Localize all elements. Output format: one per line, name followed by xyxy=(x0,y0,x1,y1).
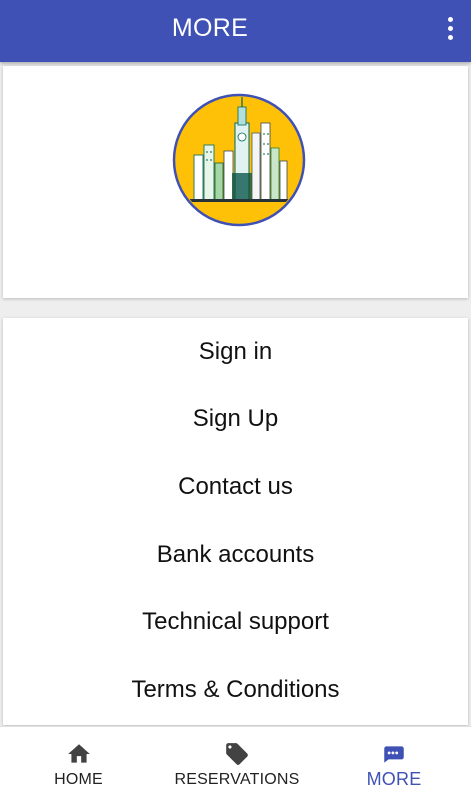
menu-item-contact-us[interactable]: Contact us xyxy=(3,453,468,521)
tag-icon xyxy=(226,743,248,765)
nav-more[interactable]: MORE xyxy=(317,727,471,800)
menu-item-sign-in[interactable]: Sign in xyxy=(3,318,468,386)
more-menu: Sign in Sign Up Contact us Bank accounts… xyxy=(3,318,468,725)
home-icon xyxy=(67,744,90,763)
nav-reservations-label: RESERVATIONS xyxy=(174,771,300,788)
menu-item-sign-up[interactable]: Sign Up xyxy=(3,386,468,454)
app-bar: MORE xyxy=(0,0,471,62)
chat-more-icon xyxy=(384,746,404,763)
overflow-menu-button[interactable] xyxy=(437,10,463,46)
nav-home-label: HOME xyxy=(54,771,103,788)
city-skyline-logo xyxy=(172,93,306,227)
menu-item-bank-accounts[interactable]: Bank accounts xyxy=(3,521,468,589)
page-title: MORE xyxy=(171,14,249,42)
nav-home[interactable]: HOME xyxy=(0,727,157,800)
logo-card xyxy=(3,66,468,298)
menu-item-technical-support[interactable]: Technical support xyxy=(3,588,468,656)
nav-more-label: MORE xyxy=(366,769,422,789)
more-vert-icon xyxy=(447,16,453,22)
bottom-navigation: HOME RESERVATIONS MORE xyxy=(0,726,471,800)
menu-item-terms-conditions[interactable]: Terms & Conditions xyxy=(3,656,468,724)
nav-reservations[interactable]: RESERVATIONS xyxy=(157,727,317,800)
